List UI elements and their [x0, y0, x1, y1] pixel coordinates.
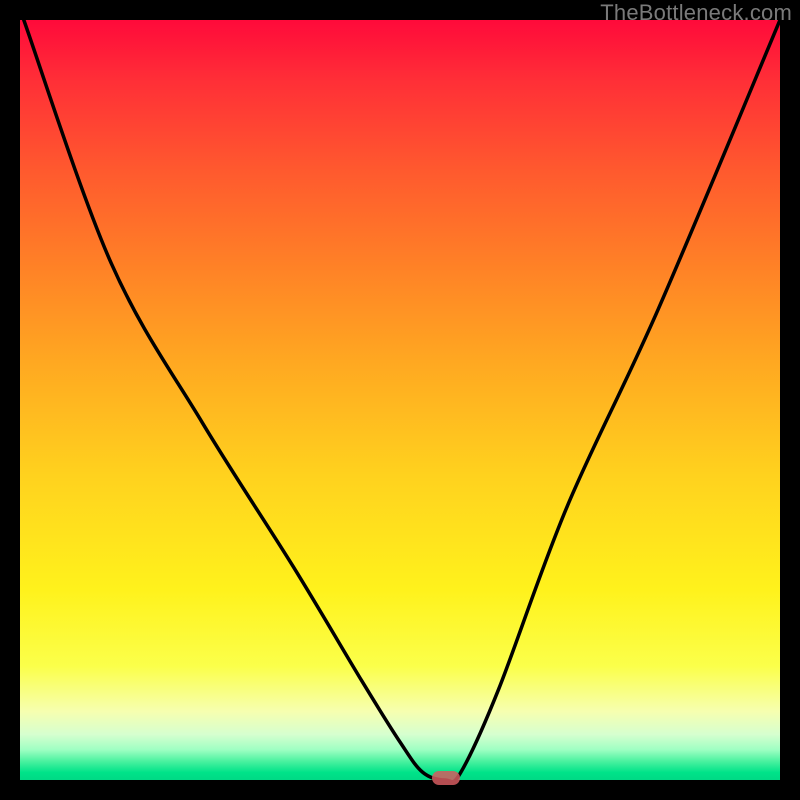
bottleneck-curve	[20, 20, 780, 780]
optimal-marker	[432, 771, 460, 785]
plot-area	[20, 20, 780, 780]
watermark-text: TheBottleneck.com	[600, 0, 792, 26]
